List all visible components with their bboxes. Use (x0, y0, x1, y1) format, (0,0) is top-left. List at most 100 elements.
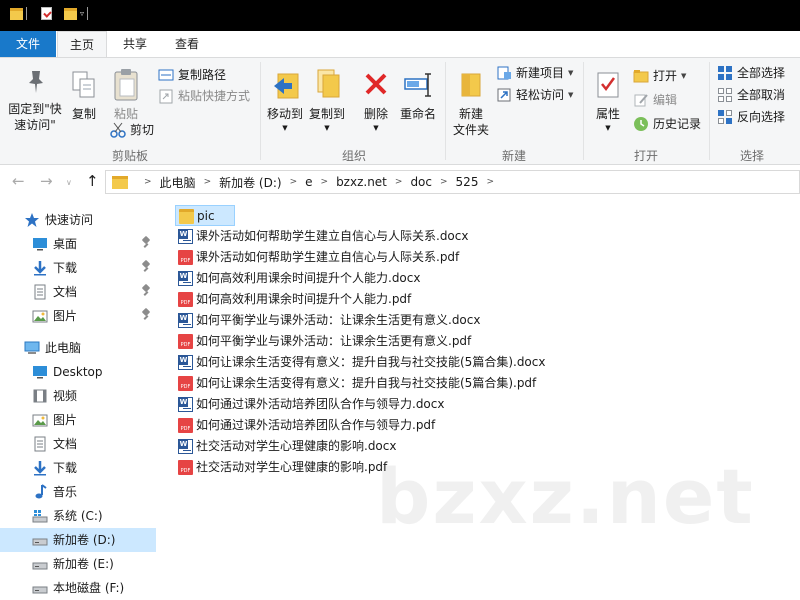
rename-button[interactable]: 重命名 (396, 63, 440, 143)
copy-path-icon (158, 67, 174, 83)
address-bar[interactable]: > 此电脑 > 新加卷 (D:) > e > bzxz.net > doc > … (105, 170, 800, 194)
copy-label: 复制 (71, 107, 96, 121)
new-item-button[interactable]: 新建项目 ▼ (496, 63, 573, 83)
list-item-folder[interactable]: pic (175, 205, 235, 226)
new-folder-icon[interactable] (64, 7, 77, 20)
chevron-right-icon[interactable]: > (395, 177, 403, 187)
paste-shortcut-icon (158, 88, 174, 104)
select-none-icon (717, 87, 733, 103)
invert-selection-button[interactable]: 反向选择 (717, 107, 785, 127)
open-button[interactable]: 打开 ▼ (633, 66, 686, 86)
breadcrumb-doc[interactable]: doc (410, 175, 432, 189)
ribbon-divider (260, 62, 261, 160)
recent-locations-chevron-icon[interactable]: ∨ (66, 178, 72, 187)
group-label-clipboard: 剪贴板 (111, 149, 148, 163)
pin-icon[interactable] (142, 285, 150, 297)
easy-access-label: 轻松访问 (516, 88, 565, 102)
nav-label: 桌面 (53, 237, 78, 251)
nav-item-drive-f[interactable]: 本地磁盘 (F:) (0, 576, 156, 600)
chevron-right-icon[interactable]: > (204, 177, 212, 187)
forward-arrow-icon[interactable]: → (40, 172, 53, 190)
edit-button[interactable]: 编辑 (633, 90, 677, 110)
new-folder-button[interactable]: 新建 文件夹 (448, 63, 494, 143)
up-arrow-icon[interactable]: ↑ (86, 172, 99, 190)
tab-view[interactable]: 查看 (162, 31, 212, 57)
chevron-right-icon[interactable]: > (440, 177, 448, 187)
file-name: pic (197, 209, 215, 223)
delete-button[interactable]: 删除 ▼ (358, 63, 394, 143)
nav-item-desktop-pinned[interactable]: 桌面 (0, 232, 156, 256)
tab-home[interactable]: 主页 (57, 31, 107, 57)
breadcrumb-bzxz[interactable]: bzxz.net (336, 175, 387, 189)
tab-share[interactable]: 共享 (110, 31, 160, 57)
cut-button[interactable]: 剪切 (110, 120, 154, 140)
nav-label: 快速访问 (45, 213, 94, 227)
breadcrumb-this-pc[interactable]: 此电脑 (160, 174, 196, 191)
nav-label: 本地磁盘 (F:) (53, 581, 125, 595)
properties-icon[interactable] (41, 7, 52, 20)
chevron-down-icon: ▼ (373, 124, 379, 132)
file-name: 社交活动对学生心理健康的影响.docx (196, 439, 397, 453)
copy-path-button[interactable]: 复制路径 (158, 65, 226, 85)
nav-label: 文档 (53, 285, 78, 299)
drive-icon (32, 562, 48, 570)
paste-shortcut-button[interactable]: 粘贴快捷方式 (158, 86, 250, 106)
nav-item-drive-c[interactable]: 系统 (C:) (0, 504, 156, 528)
pin-to-quick-access-button[interactable]: 固定到"快 速访问" (4, 63, 66, 143)
navigation-bar: ← → ∨ ↑ > 此电脑 > 新加卷 (D:) > e > bzxz.net … (0, 166, 800, 198)
copy-to-button[interactable]: 复制到 ▼ (306, 63, 348, 143)
nav-item-downloads-pinned[interactable]: 下载 (0, 256, 156, 280)
properties-button[interactable]: 属性 ▼ (588, 63, 628, 143)
customize-chevron-icon[interactable]: ▿ (80, 8, 84, 20)
move-to-icon (274, 73, 299, 99)
move-to-button[interactable]: 移动到 ▼ (264, 63, 306, 143)
computer-icon (24, 341, 40, 354)
nav-item-videos[interactable]: 视频 (0, 384, 156, 408)
file-name: 如何平衡学业与课外活动：让课余生活更有意义.pdf (196, 334, 472, 348)
properties-icon (597, 72, 619, 98)
easy-access-button[interactable]: 轻松访问 ▼ (496, 85, 573, 105)
nav-item-documents-pinned[interactable]: 文档 (0, 280, 156, 304)
nav-item-downloads[interactable]: 下载 (0, 456, 156, 480)
nav-label: 下载 (53, 461, 78, 475)
select-all-button[interactable]: 全部选择 (717, 63, 785, 83)
nav-item-quick-access[interactable]: 快速访问 (0, 208, 156, 232)
nav-label: 图片 (53, 413, 78, 427)
breadcrumb-e[interactable]: e (305, 175, 312, 189)
download-icon (34, 261, 46, 276)
nav-item-this-pc[interactable]: 此电脑 (0, 336, 156, 360)
nav-label: 文档 (53, 437, 78, 451)
history-button[interactable]: 历史记录 (633, 114, 701, 134)
nav-item-desktop[interactable]: Desktop (0, 360, 156, 384)
nav-item-documents[interactable]: 文档 (0, 432, 156, 456)
file-name: 如何高效利用课余时间提升个人能力.pdf (196, 292, 412, 306)
folder-icon (112, 175, 128, 189)
pin-icon[interactable] (142, 237, 150, 249)
open-folder-icon (633, 68, 649, 84)
nav-item-music[interactable]: 音乐 (0, 480, 156, 504)
copy-button[interactable]: 复制 (66, 63, 102, 143)
new-folder-icon (461, 73, 481, 97)
navigation-pane: 快速访问 桌面 下载 文档 图片 此电脑 Desktop 视频 图片 文档 下载… (0, 198, 156, 600)
nav-item-pictures-pinned[interactable]: 图片 (0, 304, 156, 328)
back-arrow-icon[interactable]: ← (12, 172, 25, 190)
folder-icon[interactable] (10, 7, 23, 20)
pin-icon[interactable] (142, 261, 150, 273)
breadcrumb-drive-d[interactable]: 新加卷 (D:) (219, 174, 281, 191)
star-icon (25, 213, 39, 227)
chevron-right-icon[interactable]: > (290, 177, 298, 187)
tab-file[interactable]: 文件 (0, 31, 56, 57)
new-item-label: 新建项目 (516, 66, 565, 80)
select-none-button[interactable]: 全部取消 (717, 85, 785, 105)
chevron-right-icon[interactable]: > (321, 177, 329, 187)
nav-item-drive-e[interactable]: 新加卷 (E:) (0, 552, 156, 576)
copy-to-icon (317, 69, 340, 98)
pin-icon[interactable] (142, 309, 150, 321)
file-name: 社交活动对学生心理健康的影响.pdf (196, 460, 388, 474)
nav-item-drive-d[interactable]: 新加卷 (D:) (0, 528, 156, 552)
chevron-right-icon[interactable]: > (144, 177, 152, 187)
chevron-right-icon[interactable]: > (486, 177, 494, 187)
nav-label: 音乐 (53, 485, 78, 499)
nav-item-pictures[interactable]: 图片 (0, 408, 156, 432)
breadcrumb-525[interactable]: 525 (456, 175, 479, 189)
